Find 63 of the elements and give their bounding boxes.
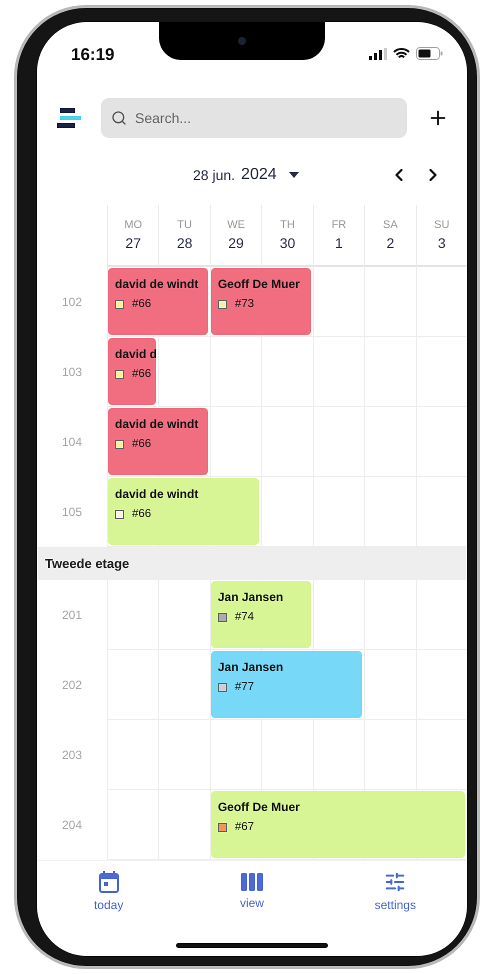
room-number: 105: [62, 505, 82, 519]
nav-tab[interactable]: view: [206, 872, 297, 910]
logo-icon: [57, 108, 81, 128]
booking-card[interactable]: david de windt #66: [108, 268, 208, 335]
room-number: 103: [62, 365, 82, 379]
calendar-icon: [98, 870, 119, 892]
booking-number: #66: [132, 298, 152, 310]
nav-tab[interactable]: settings: [350, 870, 440, 912]
columns-icon: [240, 872, 263, 890]
day-number: 27: [125, 235, 141, 251]
weekday-label: WE: [227, 219, 245, 231]
guest-name: Jan Jansen: [218, 660, 284, 674]
room-number: 201: [62, 608, 82, 622]
day-number: 28: [176, 235, 192, 251]
booking-number: #66: [132, 438, 152, 450]
weekday-label: MO: [124, 219, 142, 231]
day-number: 2: [386, 235, 394, 251]
room-number: 202: [62, 678, 82, 692]
weekday-label: TU: [177, 219, 192, 231]
booking-card[interactable]: Jan Jansen #77: [210, 651, 362, 718]
booking-card[interactable]: david de windt #66: [108, 408, 208, 475]
booking-card[interactable]: david de windt #66: [108, 478, 260, 545]
date-picker[interactable]: 28 jun. 2024: [193, 166, 299, 184]
booking-card[interactable]: Geoff De Muer #67: [210, 791, 465, 858]
day-number: 29: [228, 235, 244, 251]
guest-name: david de windt: [115, 277, 200, 291]
booking-card[interactable]: Jan Jansen #74: [210, 581, 311, 648]
guest-name: Geoff De Muer: [218, 277, 301, 291]
room-number: 203: [62, 748, 82, 762]
floor-title: Tweede etage: [45, 556, 130, 571]
guest-name: Geoff De Muer: [218, 800, 301, 814]
booking-card[interactable]: david d #66: [108, 338, 156, 405]
room-number: 204: [62, 818, 82, 832]
room-number: 102: [62, 295, 82, 309]
day-number: 30: [280, 235, 296, 251]
nav-tab[interactable]: today: [64, 870, 154, 912]
day-number: 1: [335, 235, 343, 251]
day-number: 3: [438, 235, 446, 251]
status-time: 16:19: [71, 45, 114, 65]
weekday-label: SU: [434, 219, 450, 231]
room-number: 104: [62, 435, 82, 449]
sliders-icon: [384, 870, 406, 892]
guest-name: david de windt: [115, 487, 200, 501]
wifi-icon: [392, 48, 410, 60]
guest-name: david de windt: [115, 417, 200, 431]
booking-card[interactable]: Geoff De Muer #73: [210, 268, 311, 335]
weekday-label: TH: [280, 219, 295, 231]
search-icon: [111, 110, 127, 126]
weekday-label: FR: [332, 219, 346, 231]
booking-number: #67: [234, 821, 254, 833]
booking-number: #66: [132, 508, 152, 520]
guest-name: Jan Jansen: [218, 590, 284, 604]
battery-icon: [416, 47, 443, 60]
weekday-label: SA: [383, 219, 398, 231]
booking-number: #77: [234, 681, 254, 693]
guest-name: david d: [115, 347, 156, 361]
booking-number: #74: [234, 611, 254, 623]
booking-number: #66: [132, 368, 152, 380]
camera-icon: [236, 36, 247, 46]
booking-number: #73: [234, 298, 254, 310]
search-field[interactable]: Search...: [101, 98, 407, 138]
signal-icon: [368, 48, 387, 60]
caret-icon: [288, 172, 299, 178]
